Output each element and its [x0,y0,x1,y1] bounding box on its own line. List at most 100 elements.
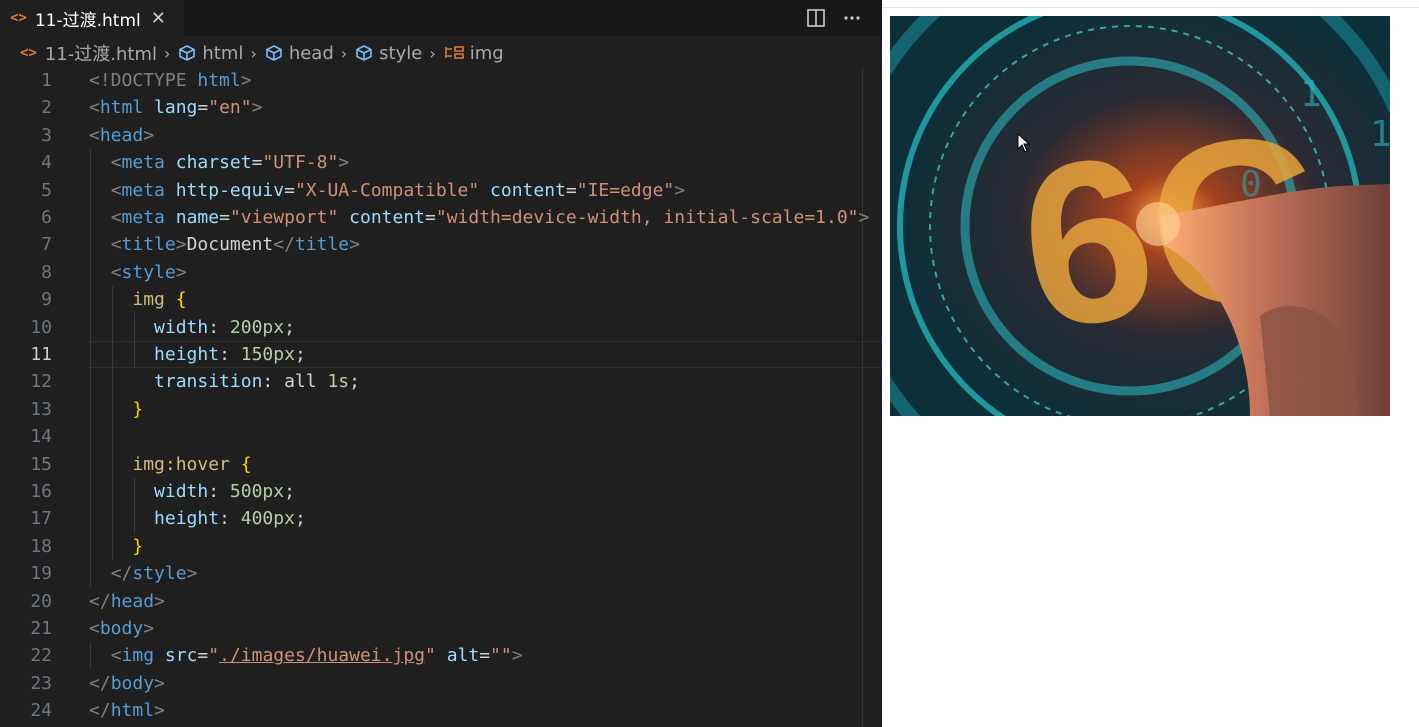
code-token: = [565,179,577,201]
code-token: > [349,234,360,256]
element-cube-icon [266,45,282,61]
code-token: = [284,179,295,201]
code-line[interactable]: 6 <meta name="viewport" content="width=d… [0,204,882,231]
breadcrumb-style[interactable]: style [354,43,422,64]
code-editor[interactable]: <> 11-过渡.html ✕ <> 11-过渡.html › html › h [0,0,882,727]
code-line[interactable]: 10 width: 200px; [0,314,882,341]
line-number: 17 [30,508,52,530]
breadcrumb-label: 11-过渡.html [44,44,157,65]
code-token: > [240,70,252,91]
code-token: < [89,124,100,146]
breadcrumb-file[interactable]: <> 11-过渡.html [20,40,157,66]
code-line[interactable]: 16 width: 500px; [0,478,882,505]
close-icon[interactable]: ✕ [151,8,166,29]
code-line[interactable]: 24 </html> [0,697,882,724]
code-token: "" [490,645,512,667]
line-number: 16 [30,481,52,502]
code-token: meta [121,207,165,228]
huawei-image[interactable]: 6G 1 0 1 [890,16,1390,416]
line-number: 4 [41,152,52,174]
code-text: <title>Document</title> [89,231,360,258]
breadcrumb-img[interactable]: img [443,43,504,64]
code-line[interactable]: 20 </head> [0,588,882,615]
code-line[interactable]: 17 height: 400px; [0,505,882,532]
breadcrumb: <> 11-过渡.html › html › head › style › im… [0,38,882,68]
editor-tab-active[interactable]: <> 11-过渡.html ✕ [0,0,184,36]
code-line[interactable]: 19 </style> [0,560,882,587]
code-line[interactable]: 4 <meta charset="UTF-8"> [0,149,882,176]
breadcrumb-head[interactable]: head [264,43,334,64]
code-token: < [110,152,122,174]
more-actions-icon[interactable] [842,8,862,28]
code-token: alt [446,645,480,667]
tab-title: 11-过渡.html [34,10,141,31]
code-line[interactable]: 11 height: 150px; [0,341,882,368]
code-token: > [175,234,187,256]
chevron-right-icon: › [340,43,348,63]
code-token: : [208,316,230,338]
code-line[interactable]: 12 transition: all 1s; [0,368,882,395]
code-line[interactable]: 13 } [0,396,882,423]
split-editor-icon[interactable] [806,8,826,28]
editor-tab-bar: <> 11-过渡.html ✕ [0,0,882,36]
code-line[interactable]: 15 img:hover { [0,451,882,478]
code-token: width [154,316,209,338]
code-token: < [89,97,100,119]
code-line[interactable]: 5 <meta http-equiv="X-UA-Compatible" con… [0,177,882,204]
code-token: { [240,453,252,475]
code-line[interactable]: 3 <head> [0,122,882,149]
element-cube-icon [179,45,196,61]
code-token: "en" [208,97,252,119]
breadcrumb-html[interactable]: html [177,43,243,64]
line-number: 14 [30,426,52,448]
editor-actions [806,0,862,36]
code-token: title [121,234,176,256]
code-line[interactable]: 21 <body> [0,615,882,642]
mouse-pointer-icon [1017,133,1031,153]
line-number: 9 [41,289,52,311]
line-number: 15 [30,453,52,475]
line-number: 18 [30,535,52,557]
code-line[interactable]: 8 <style> [0,259,882,286]
code-token: </ [273,234,295,256]
breadcrumb-label: style [379,42,423,64]
code-line[interactable]: 23 </body> [0,670,882,697]
code-line[interactable]: 9 img { [0,286,882,313]
line-number: 12 [30,371,52,393]
code-line[interactable]: 7 <title>Document</title> [0,231,882,258]
code-token: = [251,152,263,174]
code-line[interactable]: 1 <!DOCTYPE html> [0,67,882,94]
code-token: : [219,508,241,530]
code-token: = [197,97,209,119]
code-token: transition [154,371,263,393]
code-line[interactable]: 18 } [0,533,882,560]
code-token: name [175,207,220,228]
code-token: { [175,289,187,311]
code-text: img { [89,286,187,313]
code-line[interactable]: 2 <html lang="en"> [0,94,882,121]
code-token: ; [284,481,295,502]
code-token: 200px [229,316,285,338]
code-token: Document [186,234,274,256]
code-line[interactable]: 14 [0,423,882,450]
code-token: < [110,645,122,667]
svg-text:1: 1 [1370,114,1390,155]
code-token: img:hover [132,453,230,475]
code-token: "X-UA-Compatible" [294,179,480,201]
code-token: > [511,645,523,667]
line-number: 13 [30,398,52,420]
code-token: style [132,563,187,585]
code-line[interactable]: 22 <img src="./images/huawei.jpg" alt=""… [0,642,882,669]
code-token: body [99,618,144,639]
